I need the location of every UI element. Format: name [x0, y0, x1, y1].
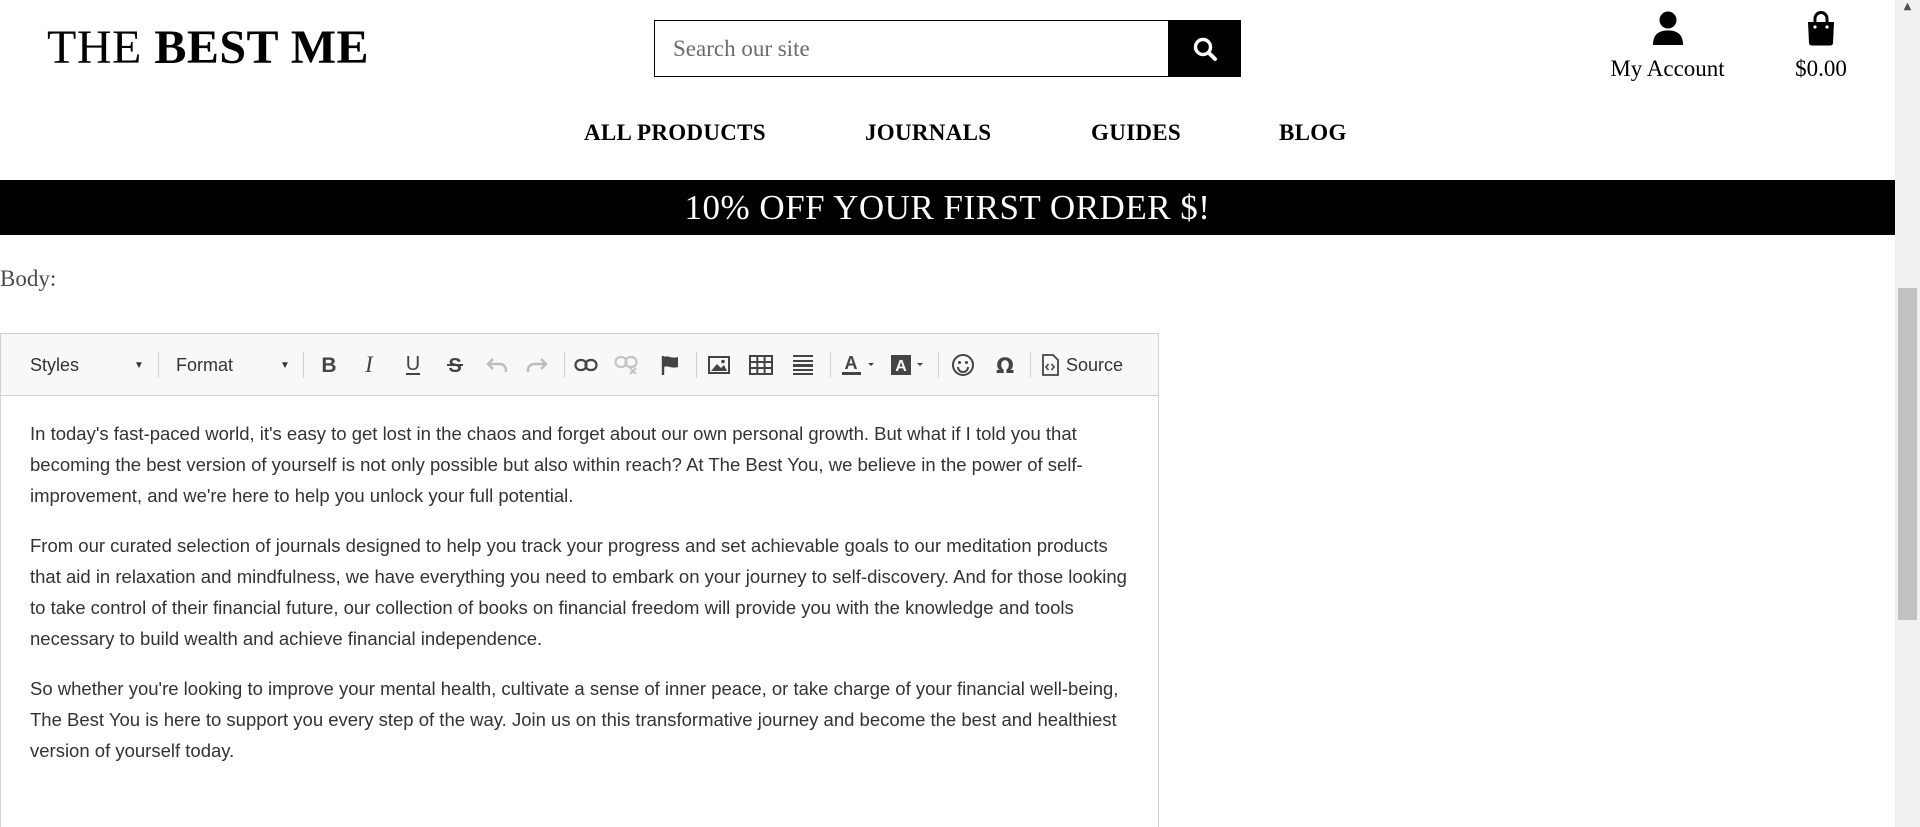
scroll-up-arrow-icon[interactable]: ▲ — [1895, 0, 1920, 17]
promo-banner: 10% OFF YOUR FIRST ORDER $! — [0, 180, 1895, 235]
body-field-label: Body: — [0, 266, 57, 291]
site-logo[interactable]: THE BEST ME — [47, 20, 369, 76]
page-scrollbar[interactable]: ▲ — [1895, 0, 1920, 827]
table-icon — [749, 355, 773, 375]
smiley-icon — [952, 354, 974, 376]
image-button[interactable] — [704, 334, 734, 396]
text-color-icon: A — [842, 353, 874, 375]
unlink-button[interactable] — [613, 334, 641, 396]
toolbar-separator — [564, 352, 565, 378]
styles-dropdown-label: Styles — [30, 354, 80, 375]
styles-dropdown[interactable]: Styles ▼ — [30, 334, 150, 396]
toolbar-separator — [696, 352, 697, 378]
strikethrough-button[interactable]: S — [441, 334, 469, 396]
toolbar-separator — [158, 352, 159, 378]
text-color-button[interactable]: A — [838, 334, 880, 396]
search-icon — [1193, 37, 1217, 61]
search-button[interactable] — [1168, 20, 1241, 77]
logo-text-bold: BEST ME — [154, 21, 370, 74]
svg-text:A: A — [895, 358, 907, 375]
horizontal-line-icon — [793, 355, 813, 375]
source-button-label: Source — [1066, 354, 1124, 375]
image-icon — [708, 356, 730, 374]
toolbar-separator — [1030, 352, 1031, 378]
italic-icon: I — [364, 354, 374, 376]
search-input[interactable] — [654, 20, 1168, 77]
undo-button[interactable] — [483, 334, 511, 396]
promo-text: 10% OFF YOUR FIRST ORDER $! — [684, 187, 1211, 227]
redo-icon — [526, 358, 548, 372]
editor-paragraph: So whether you're looking to improve you… — [30, 678, 1119, 761]
format-dropdown-label: Format — [176, 354, 234, 375]
background-color-icon: A — [891, 355, 923, 375]
chevron-down-icon: ▼ — [280, 359, 290, 371]
editor-content-area[interactable]: In today's fast-paced world, it's easy t… — [1, 396, 1158, 807]
redo-button[interactable] — [523, 334, 551, 396]
unlink-icon — [614, 355, 638, 375]
nav-all-products[interactable]: ALL PRODUCTS — [584, 120, 766, 146]
toolbar-separator — [830, 352, 831, 378]
anchor-button[interactable] — [656, 334, 684, 396]
table-button[interactable] — [746, 334, 776, 396]
logo-text-regular: THE — [47, 21, 142, 74]
nav-journals[interactable]: JOURNALS — [865, 120, 991, 146]
source-icon — [1042, 354, 1059, 376]
search-form — [654, 20, 1241, 77]
bold-icon: B — [321, 354, 336, 376]
underline-icon: U — [406, 353, 420, 375]
nav-blog[interactable]: BLOG — [1279, 120, 1347, 146]
link-button[interactable] — [572, 334, 600, 396]
my-account-link[interactable]: My Account — [1600, 10, 1735, 83]
strikethrough-icon: S — [447, 355, 463, 376]
editor-paragraph: In today's fast-paced world, it's easy t… — [30, 423, 1083, 506]
special-char-icon: Ω — [996, 354, 1014, 377]
anchor-flag-icon — [661, 356, 678, 375]
editor-toolbar: Styles ▼ Format ▼ B I U S A A Ω Source — [1, 334, 1158, 396]
horizontal-line-button[interactable] — [788, 334, 818, 396]
cart-link[interactable]: $0.00 — [1780, 10, 1862, 83]
svg-text:A: A — [845, 353, 858, 373]
special-char-button[interactable]: Ω — [990, 334, 1020, 396]
svg-text:Ω: Ω — [996, 354, 1014, 377]
editor-paragraph: From our curated selection of journals d… — [30, 535, 1127, 649]
rich-text-editor: Styles ▼ Format ▼ B I U S A A Ω Source I… — [0, 333, 1159, 827]
bold-button[interactable]: B — [315, 334, 343, 396]
undo-icon — [486, 358, 508, 372]
underline-button[interactable]: U — [399, 334, 427, 396]
svg-text:B: B — [321, 354, 336, 376]
main-nav: ALL PRODUCTS JOURNALS GUIDES BLOG — [0, 120, 1895, 156]
my-account-label: My Account — [1610, 56, 1725, 81]
svg-text:I: I — [364, 354, 374, 376]
toolbar-separator — [303, 352, 304, 378]
shopping-bag-icon — [1808, 11, 1834, 46]
user-icon — [1652, 11, 1683, 45]
format-dropdown[interactable]: Format ▼ — [176, 334, 296, 396]
toolbar-separator — [938, 352, 939, 378]
emoji-button[interactable] — [948, 334, 978, 396]
cart-total: $0.00 — [1795, 56, 1847, 81]
italic-button[interactable]: I — [355, 334, 383, 396]
chevron-down-icon: ▼ — [134, 359, 144, 371]
svg-text:U: U — [406, 353, 420, 375]
source-button[interactable]: Source — [1041, 334, 1141, 396]
link-icon — [574, 358, 598, 372]
nav-guides[interactable]: GUIDES — [1091, 120, 1181, 146]
scroll-thumb[interactable] — [1898, 288, 1917, 620]
background-color-button[interactable]: A — [887, 334, 929, 396]
